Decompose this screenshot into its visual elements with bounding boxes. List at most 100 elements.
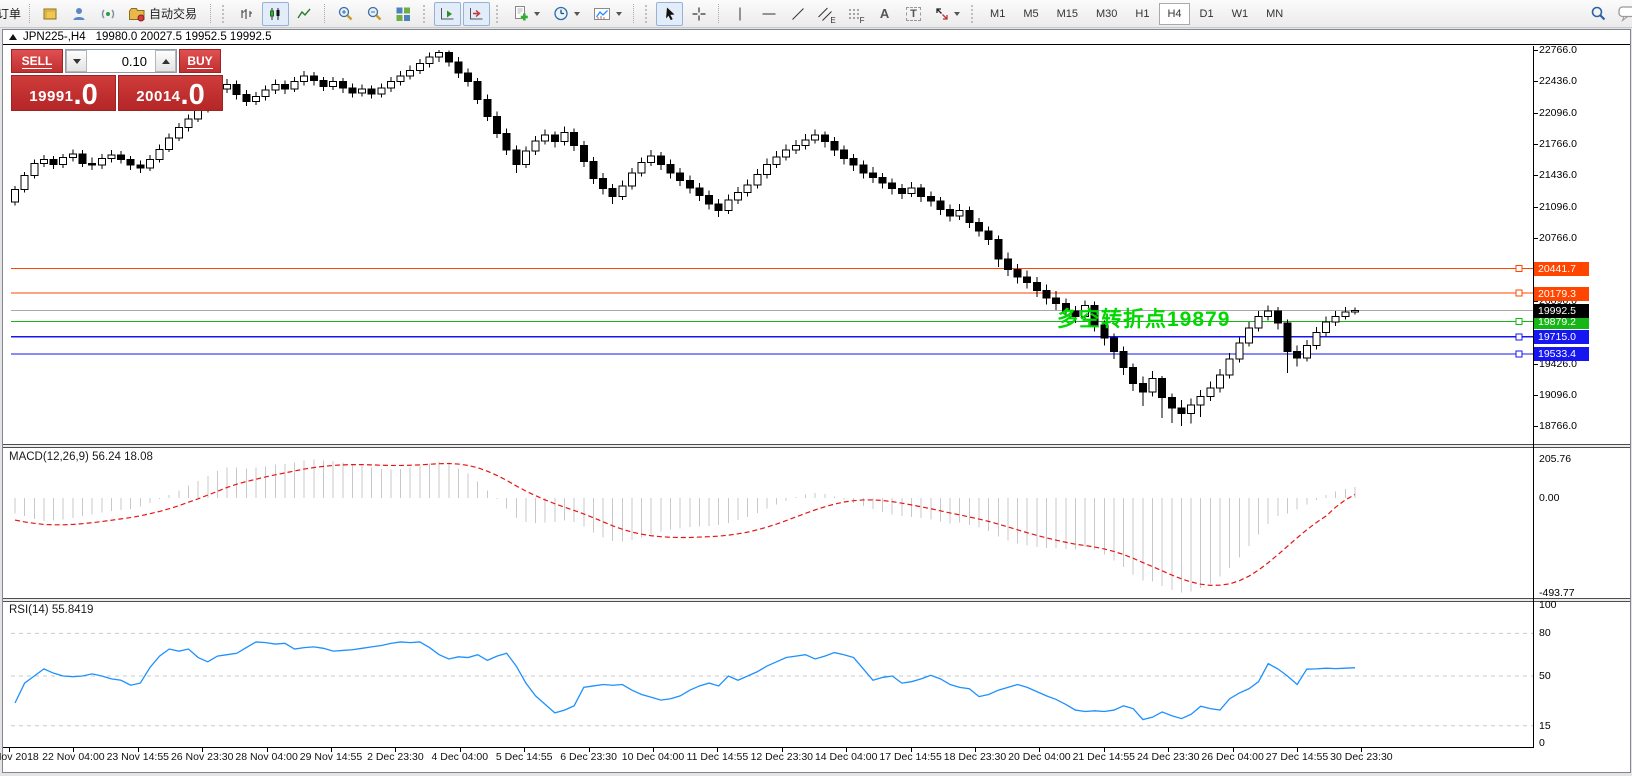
arrows-dropdown-button[interactable] (929, 2, 965, 26)
toolbar-grip (496, 4, 501, 23)
rsi-axis-label: 50 (1539, 670, 1551, 682)
bar-chart-button[interactable] (233, 2, 260, 26)
indicators-icon (593, 7, 610, 20)
rsi-axis-label: 80 (1539, 627, 1551, 640)
price-axis[interactable] (1533, 46, 1534, 747)
toolbar-separator (633, 4, 635, 23)
horizontal-line-button[interactable] (755, 2, 782, 26)
chart-ohlc-values: 19980.0 20027.5 19952.5 19992.5 (95, 31, 272, 43)
sell-price-frac: .0 (73, 79, 98, 111)
vertical-line-button[interactable] (726, 2, 753, 26)
chart-title-bar[interactable]: JPN225-,H4 19980.0 20027.5 19952.5 19992… (3, 30, 1630, 45)
macd-axis-label: 205.76 (1539, 452, 1572, 465)
fibonacci-button[interactable]: F (842, 2, 869, 26)
macd-canvas[interactable] (3, 448, 1533, 598)
line-handle[interactable] (1515, 350, 1523, 358)
book-icon (43, 8, 57, 19)
line-handle[interactable] (1515, 317, 1523, 325)
sell-button-label: SELL (21, 53, 53, 69)
zoom-out-icon (367, 6, 381, 21)
time-axis[interactable] (3, 747, 1534, 748)
timeframe-m5-button[interactable]: M5 (1015, 3, 1046, 25)
volume-increase-button[interactable] (155, 50, 176, 72)
price-axis-tick (1534, 112, 1538, 114)
new-chart-icon (514, 6, 528, 21)
timeframe-dropdown-button[interactable] (547, 2, 585, 26)
chart-window: JPN225-,H4 19980.0 20027.5 19952.5 19992… (0, 29, 1631, 773)
text-button[interactable]: A (871, 2, 898, 26)
hline-price-tag: 19533.4 (1534, 347, 1589, 362)
timeframe-d1-button[interactable]: D1 (1192, 3, 1222, 25)
price-axis-tick (1534, 363, 1538, 365)
hline-price-tag: 20179.3 (1534, 286, 1589, 301)
spin-down-icon (72, 58, 81, 64)
volume-decrease-button[interactable] (66, 50, 87, 72)
macd-axis-label: -493.77 (1539, 586, 1575, 599)
zoom-out-button[interactable] (361, 2, 388, 26)
rsi-label: RSI(14) 55.8419 (9, 604, 94, 616)
line-chart-button[interactable] (291, 2, 318, 26)
price-tick-label: 21766.0 (1539, 138, 1577, 150)
price-axis-tick (1534, 394, 1538, 396)
autotrading-button[interactable]: 自动交易 (124, 2, 204, 26)
timeframe-m1-button[interactable]: M1 (982, 3, 1013, 25)
toolbar-grip (222, 4, 227, 23)
zoom-in-button[interactable] (332, 2, 359, 26)
sell-button[interactable]: SELL (11, 49, 63, 73)
search-icon (1591, 6, 1605, 21)
hline-price-tag: 20441.7 (1534, 261, 1589, 276)
pointer-button[interactable] (656, 1, 684, 26)
price-tick-label: 22436.0 (1539, 75, 1577, 88)
buy-price-main: 20014 (136, 88, 181, 105)
channel-glyph: E (830, 15, 836, 25)
new-order-button[interactable]: 订单 (0, 5, 24, 22)
hline-price-tag: 19715.0 (1534, 330, 1589, 345)
line-handle[interactable] (1515, 289, 1523, 297)
vertical-line-icon (739, 7, 741, 20)
timeframe-m15-button[interactable]: M15 (1049, 3, 1086, 25)
clock-icon (553, 6, 568, 21)
crosshair-button[interactable] (685, 2, 712, 26)
line-handle[interactable] (1515, 333, 1523, 341)
current-price-tag: 19992.5 (1534, 304, 1589, 319)
new-chart-button[interactable] (507, 2, 545, 26)
rsi-splitter[interactable] (3, 598, 1630, 602)
chart-shift-button[interactable] (434, 1, 462, 26)
arrows-icon (936, 7, 948, 20)
macd-splitter[interactable] (3, 444, 1630, 448)
price-tick-label: 20766.0 (1539, 232, 1577, 244)
history-center-button[interactable] (37, 2, 64, 26)
text-label-button[interactable]: T (900, 2, 927, 26)
sell-price-main: 19991 (29, 88, 74, 105)
text-icon: A (879, 6, 890, 21)
volume-input[interactable]: 0.10 (87, 50, 155, 72)
rsi-canvas[interactable] (3, 602, 1533, 747)
macd-label: MACD(12,26,9) 56.24 18.08 (9, 451, 153, 463)
search-button[interactable] (1585, 2, 1612, 26)
main-chart-canvas[interactable] (3, 46, 1533, 444)
signals-button[interactable] (95, 2, 122, 26)
auto-scroll-button[interactable] (463, 1, 491, 26)
line-handle[interactable] (1515, 264, 1523, 272)
community-button[interactable] (66, 2, 93, 26)
timeframe-h4-button[interactable]: H4 (1159, 2, 1190, 25)
dropdown-caret-icon (533, 11, 540, 16)
timeframe-mn-button[interactable]: MN (1258, 3, 1291, 25)
price-tick-label: 21096.0 (1539, 200, 1577, 213)
sell-price-button[interactable]: 19991 .0 (11, 75, 116, 111)
tile-windows-button[interactable] (390, 2, 417, 26)
timeframe-w1-button[interactable]: W1 (1224, 3, 1257, 25)
timeframe-h1-button[interactable]: H1 (1127, 3, 1157, 25)
equidistant-channel-button[interactable]: E (813, 2, 840, 26)
indicators-dropdown-button[interactable] (587, 2, 627, 26)
chat-button[interactable] (1614, 2, 1632, 26)
timeframe-group: M1 M5 M15 M30 H1 H4 D1 W1 MN (981, 2, 1292, 25)
trendline-button[interactable] (784, 2, 811, 26)
buy-price-button[interactable]: 20014 .0 (118, 75, 223, 111)
line-chart-icon (297, 8, 311, 18)
buy-button[interactable]: BUY (179, 49, 221, 73)
user-icon (73, 7, 85, 20)
rsi-axis-label: 0 (1539, 737, 1545, 749)
candlestick-chart-button[interactable] (262, 1, 290, 26)
timeframe-m30-button[interactable]: M30 (1088, 3, 1125, 25)
